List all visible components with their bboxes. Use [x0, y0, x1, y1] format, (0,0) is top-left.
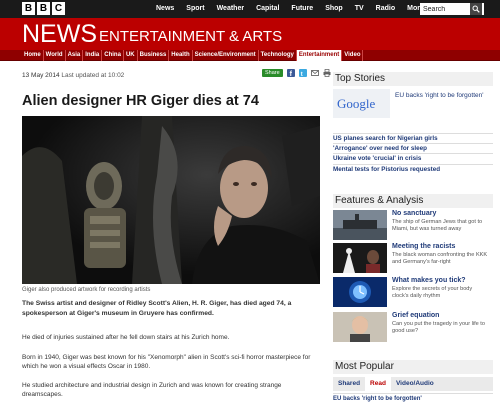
feature-item[interactable]: No sanctuary The ship of German Jews tha…: [333, 210, 493, 242]
facebook-icon[interactable]: f: [286, 69, 295, 77]
top-story-lead-link[interactable]: EU backs 'right to be forgotten': [395, 92, 490, 100]
section-nav-items: Home World Asia India China UK Business …: [22, 50, 364, 61]
section-nav-china[interactable]: China: [102, 50, 124, 61]
global-nav-sport[interactable]: Sport: [180, 0, 210, 18]
share-tools: Share f t: [262, 69, 331, 77]
section-nav-india[interactable]: India: [83, 50, 103, 61]
feature-item[interactable]: Meeting the racists The black woman conf…: [333, 243, 493, 275]
feature-summary: Can you put the tragedy in your life to …: [392, 321, 485, 334]
google-logo-text: Google: [337, 96, 376, 111]
top-story-link[interactable]: 'Arrogance' over need for sleep: [333, 143, 493, 153]
article-timestamp: 13 May 2014 Last updated at 10:02: [22, 72, 124, 79]
article-paragraph: He died of injuries sustained after he f…: [22, 334, 230, 341]
top-stories-heading: Top Stories: [333, 72, 493, 86]
twitter-icon[interactable]: t: [298, 69, 307, 77]
image-caption: Giger also produced artwork for recordin…: [22, 287, 151, 293]
global-nav-shop[interactable]: Shop: [319, 0, 349, 18]
feature-title[interactable]: Grief equation: [392, 312, 439, 319]
share-button[interactable]: Share: [262, 69, 283, 77]
tab-video-audio[interactable]: Video/Audio: [391, 377, 439, 391]
logo-letter-b2: B: [37, 2, 50, 15]
most-popular-item[interactable]: EU backs 'right to be forgotten': [333, 393, 493, 402]
news-brand[interactable]: NEWS: [22, 20, 97, 49]
global-nav-radio[interactable]: Radio: [370, 0, 401, 18]
section-nav-video[interactable]: Video: [342, 50, 364, 61]
most-popular-tabs: Shared Read Video/Audio: [333, 377, 493, 391]
top-story-thumbnail: Google: [333, 89, 390, 118]
email-icon[interactable]: [310, 69, 319, 77]
search-input[interactable]: [420, 5, 470, 13]
tab-read[interactable]: Read: [365, 377, 391, 391]
feature-summary: Explore the secrets of your body clock's…: [392, 286, 473, 299]
global-nav-weather[interactable]: Weather: [211, 0, 251, 18]
top-stories-list: US planes search for Nigerian girls 'Arr…: [333, 133, 493, 174]
feature-title[interactable]: What makes you tick?: [392, 277, 466, 284]
feature-summary: The black woman confronting the KKK and …: [392, 252, 488, 265]
section-navigation: Home World Asia India China UK Business …: [0, 50, 500, 61]
features-heading: Features & Analysis: [333, 194, 493, 208]
svg-text:t: t: [300, 72, 302, 77]
article-paragraph: He studied architecture and industrial d…: [22, 382, 282, 398]
feature-thumbnail: [333, 277, 387, 307]
section-nav-uk[interactable]: UK: [124, 50, 138, 61]
article-hero-image: [22, 116, 320, 284]
logo-letter-b1: B: [22, 2, 35, 15]
article-headline: Alien designer HR Giger dies at 74: [22, 93, 259, 109]
global-nav-future[interactable]: Future: [285, 0, 319, 18]
top-story-lead[interactable]: Google EU backs 'right to be forgotten': [333, 89, 493, 119]
global-navigation-bar: B B C News Sport Weather Capital Future …: [0, 0, 500, 18]
news-masthead: NEWS ENTERTAINMENT & ARTS: [0, 18, 500, 50]
feature-thumbnail: [333, 312, 387, 342]
global-nav-capital[interactable]: Capital: [250, 0, 285, 18]
logo-letter-c: C: [52, 2, 65, 15]
feature-title[interactable]: No sanctuary: [392, 210, 436, 217]
section-nav-technology[interactable]: Technology: [259, 50, 297, 61]
article-lead-paragraph: The Swiss artist and designer of Ridley …: [22, 300, 292, 317]
section-title[interactable]: ENTERTAINMENT & ARTS: [99, 28, 282, 45]
article-updated: Last updated at 10:02: [61, 72, 125, 79]
article-paragraph: Born in 1940, Giger was best known for h…: [22, 354, 311, 370]
feature-thumbnail: [333, 210, 387, 240]
section-nav-science-environment[interactable]: Science/Environment: [193, 50, 259, 61]
most-popular-heading: Most Popular: [333, 360, 493, 374]
section-nav-world[interactable]: World: [44, 50, 66, 61]
top-story-link[interactable]: Mental tests for Pistorius requested: [333, 163, 493, 174]
section-nav-entertainment[interactable]: Entertainment: [296, 50, 343, 61]
print-icon[interactable]: [323, 69, 331, 77]
bbc-logo[interactable]: B B C: [22, 2, 65, 15]
tab-shared[interactable]: Shared: [333, 377, 365, 391]
section-nav-business[interactable]: Business: [138, 50, 170, 61]
global-nav-news[interactable]: News: [150, 0, 180, 18]
top-story-link[interactable]: US planes search for Nigerian girls: [333, 133, 493, 143]
section-nav-health[interactable]: Health: [169, 50, 193, 61]
feature-item[interactable]: What makes you tick? Explore the secrets…: [333, 277, 493, 309]
search-icon[interactable]: [470, 3, 482, 15]
global-nav-links: News Sport Weather Capital Future Shop T…: [150, 0, 436, 18]
section-nav-home[interactable]: Home: [22, 50, 44, 61]
search-box: [420, 3, 484, 15]
section-nav-asia[interactable]: Asia: [66, 50, 84, 61]
article-date: 13 May 2014: [22, 72, 60, 79]
feature-item[interactable]: Grief equation Can you put the tragedy i…: [333, 312, 493, 344]
top-story-link[interactable]: Ukraine vote 'crucial' in crisis: [333, 153, 493, 163]
feature-summary: The ship of German Jews that got to Miam…: [392, 219, 483, 232]
feature-thumbnail: [333, 243, 387, 273]
global-nav-tv[interactable]: TV: [349, 0, 370, 18]
feature-title[interactable]: Meeting the racists: [392, 243, 455, 250]
